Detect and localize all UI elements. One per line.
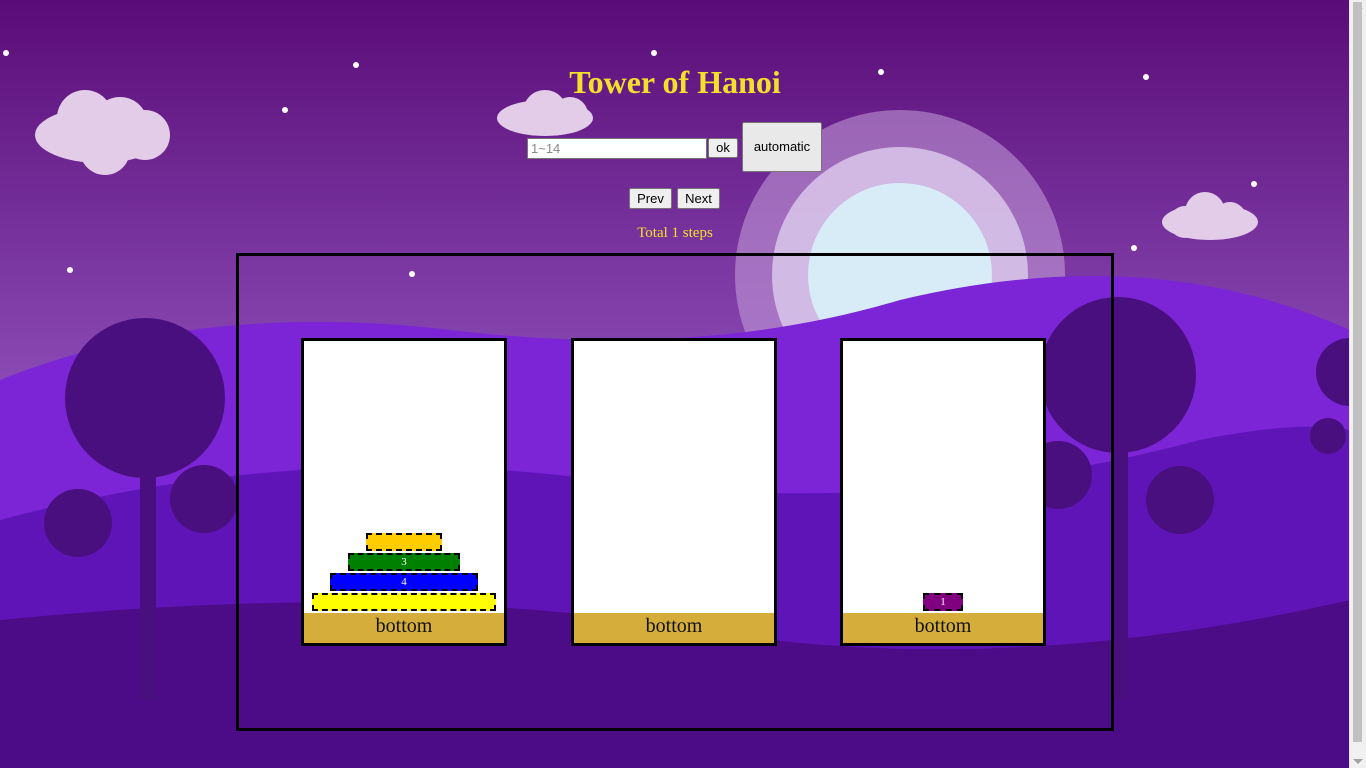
tower-base: bottom bbox=[304, 613, 504, 643]
automatic-button[interactable]: automatic bbox=[742, 122, 822, 172]
disk[interactable]: 3 bbox=[348, 553, 460, 571]
page-title: Tower of Hanoi bbox=[569, 64, 781, 100]
step-counter: Total 1 steps bbox=[637, 225, 713, 241]
page-scrollbar[interactable] bbox=[1349, 0, 1366, 768]
tower-1[interactable]: 4 3 bottom bbox=[301, 338, 507, 646]
scrollbar-thumb[interactable] bbox=[1353, 2, 1362, 742]
next-button[interactable]: Next bbox=[677, 188, 720, 209]
prev-button[interactable]: Prev bbox=[629, 188, 672, 209]
disk[interactable]: 4 bbox=[330, 573, 478, 591]
disk[interactable] bbox=[312, 593, 496, 611]
tower-base: bottom bbox=[574, 613, 774, 643]
disk[interactable]: 1 bbox=[923, 593, 963, 611]
scroll-down-icon[interactable] bbox=[1353, 759, 1363, 764]
tower-base: bottom bbox=[843, 613, 1043, 643]
tower-2[interactable]: bottom bbox=[571, 338, 777, 646]
disk[interactable] bbox=[366, 533, 442, 551]
tower-3[interactable]: 1 bottom bbox=[840, 338, 1046, 646]
ok-button[interactable]: ok bbox=[708, 138, 738, 158]
disc-count-input[interactable] bbox=[527, 138, 707, 159]
